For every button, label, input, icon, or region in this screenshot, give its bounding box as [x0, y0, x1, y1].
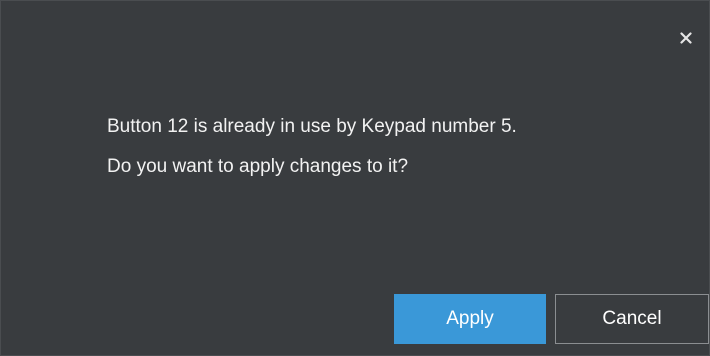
message-line-1: Button 12 is already in use by Keypad nu…: [107, 116, 517, 137]
close-button[interactable]: [675, 27, 697, 49]
apply-button[interactable]: Apply: [394, 294, 546, 344]
confirm-dialog: Button 12 is already in use by Keypad nu…: [0, 0, 710, 356]
close-icon: [680, 32, 692, 44]
message-line-2: Do you want to apply changes to it?: [107, 156, 409, 177]
dialog-message: Button 12 is already in use by Keypad nu…: [107, 107, 669, 187]
cancel-button[interactable]: Cancel: [555, 294, 709, 344]
